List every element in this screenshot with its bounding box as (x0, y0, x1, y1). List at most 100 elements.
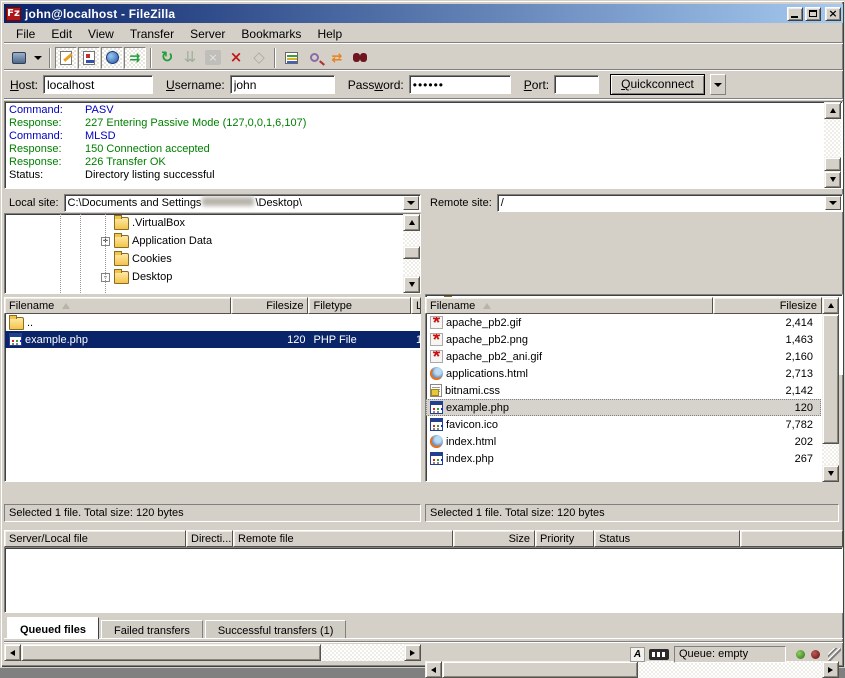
tab-failed-transfers[interactable]: Failed transfers (101, 620, 203, 639)
remote-file-row-selected[interactable]: example.php120 (426, 399, 821, 416)
remote-list-header: Filename Filesize (425, 297, 822, 314)
scroll-up-button[interactable] (824, 102, 841, 119)
menu-edit[interactable]: Edit (43, 25, 80, 43)
close-button[interactable]: × (825, 7, 841, 21)
remote-file-list[interactable]: apache_pb2.gif2,414 apache_pb2.png1,463 … (425, 314, 822, 482)
local-site-dropdown[interactable] (403, 196, 419, 210)
remote-list-scrollbar[interactable] (822, 297, 839, 482)
title-bar[interactable]: Fz john@localhost - FileZilla × (4, 4, 843, 23)
tab-queued-files[interactable]: Queued files (7, 617, 99, 639)
scroll-thumb[interactable] (822, 314, 839, 444)
queue-col-size[interactable]: Size (453, 530, 535, 547)
local-site-combo[interactable]: C:\Documents and Settings\Desktop\ (64, 194, 421, 212)
toggle-message-log-button[interactable] (55, 47, 77, 69)
menu-server[interactable]: Server (182, 25, 233, 43)
cancel-operation-button[interactable]: × (202, 47, 224, 69)
image-file-icon (430, 350, 443, 363)
directory-comparison-button[interactable] (303, 47, 325, 69)
remote-path: / (501, 197, 504, 209)
quickconnect-dropdown[interactable] (710, 74, 726, 95)
remote-file-row[interactable]: favicon.ico7,782 (426, 416, 821, 433)
queue-list[interactable] (4, 547, 843, 613)
log-scrollbar[interactable] (824, 102, 841, 188)
username-input[interactable] (230, 75, 335, 94)
reconnect-button[interactable]: ◇ (248, 47, 270, 69)
remote-file-row[interactable]: index.php267 (426, 450, 821, 467)
remote-file-row[interactable]: apache_pb2.gif2,414 (426, 314, 821, 331)
remote-file-row[interactable]: applications.html2,713 (426, 365, 821, 382)
minimize-button[interactable] (787, 7, 803, 21)
port-input[interactable] (554, 75, 599, 94)
tab-successful-transfers[interactable]: Successful transfers (1) (205, 620, 347, 639)
find-files-button[interactable] (349, 47, 371, 69)
synchronized-browsing-button[interactable]: ⇄ (326, 47, 348, 69)
local-col-filename[interactable]: Filename (4, 297, 231, 314)
queue-col-remote-file[interactable]: Remote file (233, 530, 453, 547)
log-line: Command:MLSD (9, 130, 842, 143)
menu-file[interactable]: File (8, 25, 43, 43)
local-col-filesize[interactable]: Filesize (231, 297, 309, 314)
queue-col-server-local[interactable]: Server/Local file (4, 530, 186, 547)
resize-grip[interactable] (828, 648, 841, 661)
remote-col-filename[interactable]: Filename (425, 297, 713, 314)
site-manager-dropdown[interactable] (31, 47, 45, 69)
menu-view[interactable]: View (80, 25, 122, 43)
remote-site-combo[interactable]: / (497, 194, 843, 212)
menu-transfer[interactable]: Transfer (122, 25, 182, 43)
toggle-queue-button[interactable]: ⇉ (124, 47, 146, 69)
queue-col-direction[interactable]: Directi... (186, 530, 233, 547)
disconnect-button[interactable]: × (225, 47, 247, 69)
maximize-button[interactable] (805, 7, 821, 21)
local-tree-scrollbar[interactable] (403, 214, 420, 293)
menu-help[interactable]: Help (309, 25, 350, 43)
remote-file-row[interactable]: apache_pb2.png1,463 (426, 331, 821, 348)
local-col-filetype[interactable]: Filetype (308, 297, 411, 314)
scroll-up-button[interactable] (403, 214, 420, 231)
tree-item-application-data[interactable]: +Application Data (5, 232, 420, 250)
local-col-lastmodified[interactable]: L (411, 297, 421, 314)
local-tree[interactable]: .VirtualBox +Application Data Cookies -D… (4, 213, 421, 294)
remote-site-dropdown[interactable] (825, 196, 841, 210)
remote-col-filesize[interactable]: Filesize (713, 297, 822, 314)
directory-filters-button[interactable] (280, 47, 302, 69)
local-file-row-example-php[interactable]: example.php 120 PHP File 1 (5, 331, 420, 348)
scroll-down-button[interactable] (822, 465, 839, 482)
message-log[interactable]: Command:PASV Response:227 Entering Passi… (4, 101, 843, 189)
data-type-icon[interactable]: A (630, 647, 645, 662)
sort-ascending-icon (483, 303, 491, 309)
quickconnect-button[interactable]: Quickconnect (610, 74, 705, 95)
toolbar-separator (274, 48, 276, 68)
remote-file-row[interactable]: bitnami.css2,142 (426, 382, 821, 399)
site-manager-button[interactable] (8, 47, 30, 69)
dropdown-arrow-icon (714, 83, 722, 87)
tree-item-desktop[interactable]: -Desktop (5, 268, 420, 286)
local-file-row-up[interactable]: .. (5, 314, 420, 331)
remote-file-row[interactable]: index.html202 (426, 433, 821, 450)
tree-item-cookies[interactable]: Cookies (5, 250, 420, 268)
remote-file-row[interactable]: apache_pb2_ani.gif2,160 (426, 348, 821, 365)
tree-item-virtualbox[interactable]: .VirtualBox (5, 214, 420, 232)
tree-guide (80, 214, 81, 293)
local-file-list[interactable]: .. example.php 120 PHP File 1 (4, 314, 421, 482)
toggle-remote-tree-button[interactable] (101, 47, 123, 69)
host-input[interactable] (43, 75, 153, 94)
scroll-thumb[interactable] (824, 157, 841, 171)
queue-col-status[interactable]: Status (594, 530, 740, 547)
reconnect-icon: ◇ (253, 50, 265, 65)
speed-limit-icon[interactable] (649, 649, 669, 660)
scroll-down-button[interactable] (403, 276, 420, 293)
refresh-button[interactable]: ↻ (156, 47, 178, 69)
process-queue-button[interactable]: ⇊ (179, 47, 201, 69)
scroll-thumb[interactable] (403, 246, 420, 259)
filezilla-app-icon[interactable]: Fz (6, 7, 21, 21)
queue-col-priority[interactable]: Priority (535, 530, 594, 547)
dropdown-arrow-icon (829, 201, 837, 205)
toggle-local-tree-button[interactable] (78, 47, 100, 69)
log-line: Response:226 Transfer OK (9, 156, 842, 169)
menu-bookmarks[interactable]: Bookmarks (233, 25, 309, 43)
scroll-down-button[interactable] (824, 171, 841, 188)
image-file-icon (430, 316, 443, 329)
ico-file-icon (430, 418, 443, 431)
password-input[interactable] (409, 75, 511, 94)
scroll-up-button[interactable] (822, 297, 839, 314)
